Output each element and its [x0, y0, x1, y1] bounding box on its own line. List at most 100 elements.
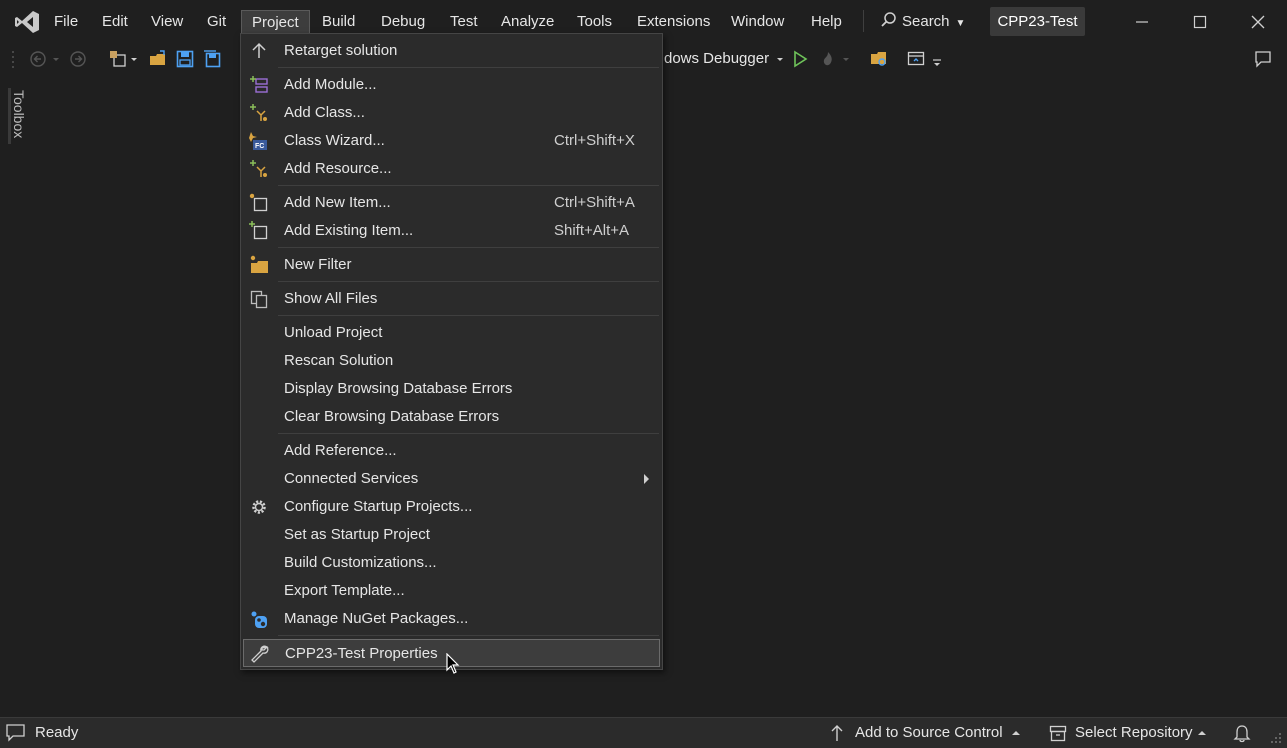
new-project-icon[interactable] [108, 49, 128, 69]
hot-reload-icon[interactable] [818, 49, 838, 69]
menu-separator [278, 247, 659, 248]
menu-separator [278, 433, 659, 434]
menu-item-set-startup-project[interactable]: Set as Startup Project [243, 521, 660, 549]
search-label: Search [902, 13, 950, 30]
menu-item-label: Build Customizations... [284, 554, 437, 571]
menu-item-label: Configure Startup Projects... [284, 498, 473, 515]
menu-edit[interactable]: Edit [102, 11, 128, 33]
menu-item-add-existing-item[interactable]: Add Existing Item... Shift+Alt+A [243, 217, 660, 245]
menu-item-add-resource[interactable]: Add Resource... [243, 155, 660, 183]
menu-build[interactable]: Build [322, 11, 355, 33]
menu-item-label: Add Class... [284, 104, 365, 121]
menu-item-connected-services[interactable]: Connected Services [243, 465, 660, 493]
menu-item-show-all-files[interactable]: Show All Files [243, 285, 660, 313]
submenu-arrow-icon [644, 474, 649, 484]
menu-debug[interactable]: Debug [381, 11, 425, 33]
toolbar-grip-icon[interactable] [6, 49, 26, 69]
menu-item-export-template[interactable]: Export Template... [243, 577, 660, 605]
menu-item-label: Display Browsing Database Errors [284, 380, 513, 397]
menu-git[interactable]: Git [207, 11, 226, 33]
chevron-down-icon[interactable] [128, 49, 140, 69]
menu-view[interactable]: View [151, 11, 183, 33]
chevron-up-icon [1198, 731, 1206, 735]
search-icon [881, 12, 896, 27]
save-all-icon[interactable] [202, 49, 222, 69]
menu-item-configure-startup-projects[interactable]: Configure Startup Projects... [243, 493, 660, 521]
menu-item-label: Manage NuGet Packages... [284, 610, 469, 627]
menu-analyze[interactable]: Analyze [501, 11, 554, 33]
menu-item-new-filter[interactable]: New Filter [243, 251, 660, 279]
menu-item-clear-browsing-db-errors[interactable]: Clear Browsing Database Errors [243, 403, 660, 431]
visual-studio-logo-icon[interactable] [14, 9, 40, 35]
minimize-icon[interactable] [1132, 12, 1152, 32]
menu-separator [278, 67, 659, 68]
repository-icon [1049, 725, 1067, 742]
menu-project[interactable]: Project [241, 10, 310, 35]
menu-item-shortcut: Shift+Alt+A [554, 222, 630, 239]
mouse-cursor-icon [446, 653, 460, 674]
arrow-up-icon [831, 725, 843, 741]
toolbox-label[interactable]: Toolbox [11, 90, 27, 138]
menu-window[interactable]: Window [731, 11, 784, 33]
menubar-separator [863, 10, 864, 32]
menu-item-label: Show All Files [284, 290, 378, 307]
menu-item-label: Clear Browsing Database Errors [284, 408, 500, 425]
save-icon[interactable] [175, 49, 195, 69]
toolbar-overflow-icon[interactable] [930, 49, 944, 69]
close-icon[interactable] [1248, 12, 1268, 32]
arrow-up-icon [252, 42, 266, 58]
debugger-target[interactable]: dows Debugger [664, 48, 769, 70]
chevron-down-icon: ▼ [955, 18, 966, 29]
menu-file[interactable]: File [54, 11, 78, 33]
menu-item-class-wizard[interactable]: FC Class Wizard... Ctrl+Shift+X [243, 127, 660, 155]
menu-separator [278, 281, 659, 282]
solution-explorer-icon[interactable] [869, 49, 889, 69]
menu-extensions[interactable]: Extensions [637, 11, 710, 33]
wrench-icon [251, 645, 269, 663]
menu-item-unload-project[interactable]: Unload Project [243, 319, 660, 347]
output-icon[interactable] [5, 723, 27, 743]
solution-name: CPP23-Test [990, 7, 1085, 36]
navigate-back-icon[interactable] [28, 49, 48, 69]
show-all-files-icon [250, 290, 268, 309]
menu-item-add-reference[interactable]: Add Reference... [243, 437, 660, 465]
menu-item-add-module[interactable]: Add Module... [243, 71, 660, 99]
menu-item-label: New Filter [284, 256, 352, 273]
select-repository-button[interactable]: Select Repository [1075, 724, 1193, 742]
resize-grip-icon[interactable] [1268, 730, 1282, 744]
menu-item-rescan-solution[interactable]: Rescan Solution [243, 347, 660, 375]
search-button[interactable]: Search ▼ [880, 9, 965, 35]
start-debugging-icon[interactable] [790, 49, 810, 69]
svg-text:FC: FC [255, 143, 264, 150]
nuget-icon [251, 611, 267, 628]
menu-item-label: Class Wizard... [284, 132, 385, 149]
chevron-down-icon[interactable] [774, 49, 786, 69]
menu-item-label: Add Module... [284, 76, 377, 93]
menu-item-label: Add Reference... [284, 442, 397, 459]
status-ready: Ready [35, 724, 79, 741]
menu-item-retarget-solution[interactable]: Retarget solution [243, 37, 660, 65]
chevron-down-icon[interactable] [840, 49, 852, 69]
menu-item-label: Unload Project [284, 324, 383, 341]
menu-item-shortcut: Ctrl+Shift+X [554, 132, 635, 149]
menu-item-build-customizations[interactable]: Build Customizations... [243, 549, 660, 577]
open-folder-icon[interactable] [148, 49, 168, 69]
menu-test[interactable]: Test [450, 11, 478, 33]
menu-item-manage-nuget[interactable]: Manage NuGet Packages... [243, 605, 660, 633]
class-wizard-icon: FC [249, 132, 267, 150]
menu-item-add-new-item[interactable]: Add New Item... Ctrl+Shift+A [243, 189, 660, 217]
menu-item-display-browsing-db-errors[interactable]: Display Browsing Database Errors [243, 375, 660, 403]
menu-tools[interactable]: Tools [577, 11, 612, 33]
menu-item-add-class[interactable]: Add Class... [243, 99, 660, 127]
add-resource-icon [250, 160, 267, 177]
feedback-icon[interactable] [1253, 49, 1273, 69]
chevron-down-icon[interactable] [50, 49, 62, 69]
menu-help[interactable]: Help [811, 11, 842, 33]
menu-item-label: Export Template... [284, 582, 405, 599]
maximize-icon[interactable] [1190, 12, 1210, 32]
navigate-forward-icon[interactable] [68, 49, 88, 69]
layout-icon[interactable] [906, 49, 926, 69]
notifications-bell-icon[interactable] [1232, 723, 1252, 743]
add-to-source-control-button[interactable]: Add to Source Control [855, 724, 1003, 742]
menu-item-shortcut: Ctrl+Shift+A [554, 194, 635, 211]
